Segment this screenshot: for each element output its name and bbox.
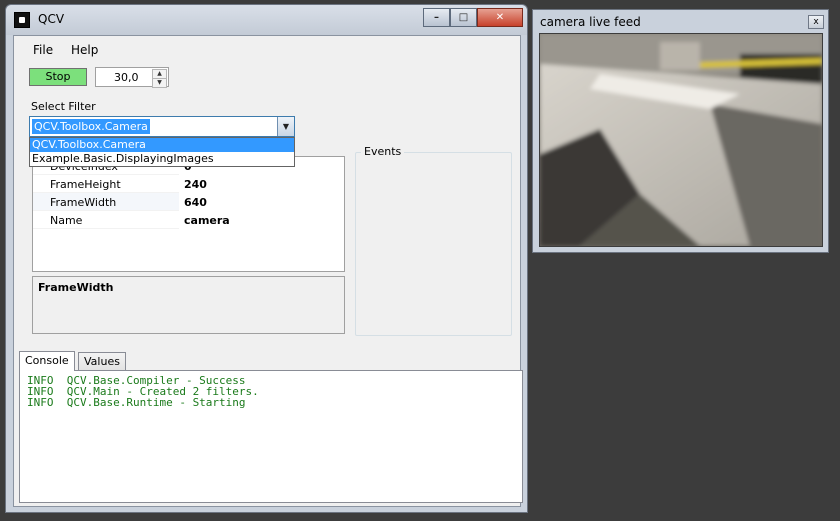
stepper-down-icon[interactable]: ▼ (152, 78, 167, 88)
property-value[interactable]: camera (184, 214, 230, 227)
window-title: QCV (38, 12, 65, 26)
property-value[interactable]: 640 (184, 196, 207, 209)
camera-feed-picture (540, 34, 822, 246)
minimize-button[interactable]: – (423, 8, 450, 27)
camera-window: camera live feed x (532, 9, 829, 253)
menu-file[interactable]: File (33, 43, 53, 57)
filter-option[interactable]: QCV.Toolbox.Camera (30, 138, 294, 152)
events-label: Events (361, 145, 405, 158)
close-button[interactable]: ✕ (477, 8, 523, 27)
fps-stepper[interactable]: 30,0 ▲ ▼ (95, 67, 169, 88)
stop-button[interactable]: Stop (29, 68, 87, 86)
property-value[interactable]: 240 (184, 178, 207, 191)
app-icon (14, 12, 30, 28)
tab-console[interactable]: Console (19, 351, 75, 371)
console-output[interactable]: INFO QCV.Base.Compiler - Success INFO QC… (19, 370, 523, 503)
close-icon[interactable]: x (808, 15, 824, 29)
description-title: FrameWidth (38, 281, 114, 294)
property-row[interactable]: FrameWidth 640 (33, 193, 344, 211)
property-name: Name (50, 214, 83, 227)
property-name: FrameHeight (50, 178, 121, 191)
filter-dropdown-list: QCV.Toolbox.Camera Example.Basic.Display… (29, 137, 295, 167)
qcv-main-window: QCV – □ ✕ File Help Stop 30,0 ▲ ▼ Select… (5, 4, 528, 513)
filter-combobox[interactable]: QCV.Toolbox.Camera ▼ (29, 116, 295, 137)
maximize-button[interactable]: □ (450, 8, 477, 27)
fps-value[interactable]: 30,0 (114, 71, 139, 84)
chevron-down-icon[interactable]: ▼ (277, 117, 294, 136)
client-area: File Help Stop 30,0 ▲ ▼ Select Filter QC… (13, 35, 523, 507)
console-line: INFO QCV.Base.Runtime - Starting (27, 396, 246, 409)
menu-bar: File Help (14, 36, 520, 62)
tab-values[interactable]: Values (78, 352, 126, 371)
select-filter-label: Select Filter (31, 100, 96, 113)
caption-buttons: – □ ✕ (423, 8, 523, 27)
property-description: FrameWidth (32, 276, 345, 334)
menu-help[interactable]: Help (71, 43, 98, 57)
camera-feed-image (539, 33, 823, 247)
title-bar[interactable]: QCV – □ ✕ (6, 5, 527, 35)
camera-window-title[interactable]: camera live feed (540, 15, 641, 29)
events-group: Events (355, 145, 512, 336)
property-row[interactable]: FrameHeight 240 (33, 175, 344, 193)
property-grid: DeviceIndex 0 FrameHeight 240 FrameWidth… (32, 156, 345, 272)
property-name: FrameWidth (50, 196, 117, 209)
filter-option[interactable]: Example.Basic.DisplayingImages (30, 152, 294, 166)
property-row[interactable]: Name camera (33, 211, 344, 229)
filter-selected-value[interactable]: QCV.Toolbox.Camera (32, 119, 150, 134)
